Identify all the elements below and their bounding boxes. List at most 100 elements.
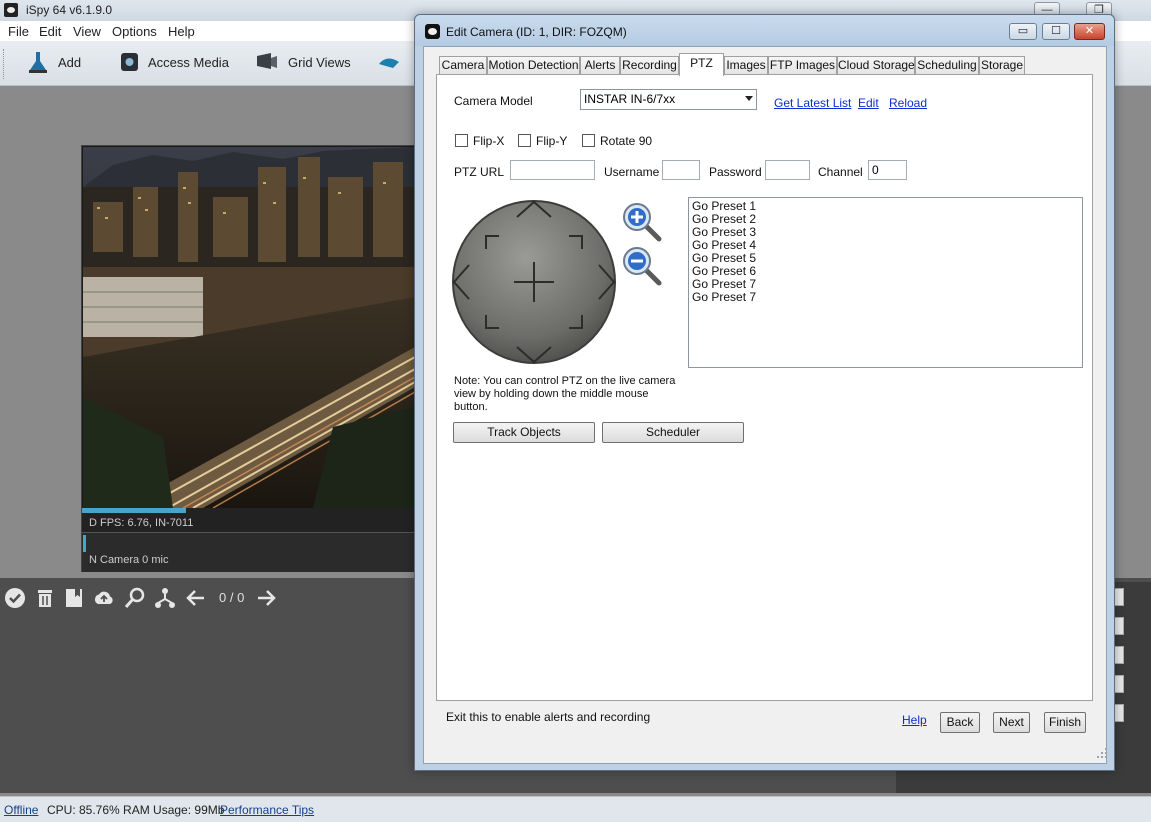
tab-ptz[interactable]: PTZ	[679, 53, 724, 76]
ptz-tab-page: Camera Model INSTAR IN-6/7xx Get Latest …	[436, 74, 1093, 701]
dialog-close-button[interactable]: ✕	[1074, 23, 1105, 40]
mic-status-text: N Camera 0 mic	[89, 554, 169, 566]
performance-tips-link[interactable]: Performance Tips	[220, 803, 314, 817]
check-icon[interactable]	[4, 587, 26, 609]
side-tab-4[interactable]	[1114, 675, 1124, 693]
dialog-maximize-button[interactable]: ☐	[1042, 23, 1070, 40]
tab-camera[interactable]: Camera	[439, 56, 487, 75]
mic-status-bar: N Camera 0 mic	[82, 532, 414, 572]
camera-fps-text: D FPS: 6.76, IN-7011	[89, 517, 194, 529]
resize-grip-icon[interactable]	[1096, 747, 1108, 759]
channel-label: Channel	[818, 165, 863, 179]
menu-view[interactable]: View	[73, 24, 101, 39]
access-media-button[interactable]: Access Media	[118, 50, 229, 76]
activity-bar	[82, 508, 186, 513]
preset-list[interactable]: Go Preset 1 Go Preset 2 Go Preset 3 Go P…	[688, 197, 1083, 368]
grid-views-button[interactable]: Grid Views	[255, 50, 355, 76]
tab-scheduling[interactable]: Scheduling	[915, 56, 979, 75]
preset-item[interactable]: Go Preset 7	[692, 291, 1079, 304]
username-input[interactable]	[662, 160, 700, 180]
bookmark-icon[interactable]	[63, 587, 85, 609]
menu-edit[interactable]: Edit	[39, 24, 61, 39]
ptz-control-pad[interactable]	[451, 199, 617, 365]
media-counter: 0 / 0	[219, 590, 245, 605]
camera-live-view[interactable]	[83, 147, 415, 508]
toolbar-grip[interactable]	[3, 49, 6, 79]
rotate-90-checkbox[interactable]	[582, 134, 595, 147]
zoom-out-icon[interactable]	[621, 245, 663, 287]
dialog-minimize-button[interactable]: ▭	[1009, 23, 1037, 40]
dialog-titlebar[interactable]: Edit Camera (ID: 1, DIR: FOZQM) ▭ ☐ ✕	[415, 15, 1114, 46]
app-title: iSpy 64 v6.1.9.0	[26, 3, 113, 17]
dialog-eye-icon	[425, 24, 440, 39]
chevron-down-icon	[745, 96, 753, 101]
cloud-upload-icon[interactable]	[93, 587, 115, 609]
toolbar-more-button[interactable]	[377, 50, 413, 76]
ptz-url-label: PTZ URL	[454, 165, 505, 179]
dialog-title: Edit Camera (ID: 1, DIR: FOZQM)	[446, 25, 627, 39]
night-city-image	[83, 147, 415, 508]
tab-motion-detection[interactable]: Motion Detection	[487, 56, 580, 75]
trash-icon[interactable]	[34, 587, 56, 609]
tab-images[interactable]: Images	[724, 56, 768, 75]
flip-x-label: Flip-X	[473, 134, 505, 148]
share-icon[interactable]	[154, 587, 176, 609]
password-input[interactable]	[765, 160, 810, 180]
camera-model-label: Camera Model	[454, 94, 533, 108]
flip-y-checkbox[interactable]	[518, 134, 531, 147]
channel-input[interactable]	[868, 160, 907, 180]
app-eye-icon	[4, 3, 18, 17]
media-toolbar: 0 / 0	[0, 578, 415, 618]
side-tab-1[interactable]	[1114, 588, 1124, 606]
edit-link[interactable]: Edit	[858, 96, 879, 110]
finish-button[interactable]: Finish	[1044, 712, 1086, 733]
add-label: Add	[58, 55, 82, 70]
menu-options[interactable]: Options	[112, 24, 157, 39]
username-label: Username	[604, 165, 660, 179]
menu-file[interactable]: File	[8, 24, 29, 39]
rotate-90-label: Rotate 90	[600, 134, 653, 148]
reload-link[interactable]: Reload	[889, 96, 927, 110]
arrow-right-icon[interactable]	[256, 587, 278, 609]
menu-help[interactable]: Help	[168, 24, 195, 39]
camera-tile[interactable]: D FPS: 6.76, IN-7011 N Camera 0 mic	[81, 145, 415, 572]
camera-status-bar: D FPS: 6.76, IN-7011	[82, 508, 414, 532]
access-media-label: Access Media	[148, 55, 229, 70]
tab-ftp-images[interactable]: FTP Images	[768, 56, 837, 75]
footer-hint: Exit this to enable alerts and recording	[446, 710, 651, 724]
tab-alerts[interactable]: Alerts	[580, 56, 620, 75]
side-tab-3[interactable]	[1114, 646, 1124, 664]
resource-stats: CPU: 85.76% RAM Usage: 99Mb	[47, 803, 225, 817]
search-icon[interactable]	[124, 587, 146, 609]
cloud-icon	[379, 58, 399, 68]
camera-model-value: INSTAR IN-6/7xx	[584, 92, 676, 106]
dialog-body: Camera Motion Detection Alerts Recording…	[423, 46, 1107, 764]
audio-level-bar	[83, 535, 86, 552]
scheduler-button[interactable]: Scheduler	[602, 422, 744, 443]
flip-x-checkbox[interactable]	[455, 134, 468, 147]
side-tab-2[interactable]	[1114, 617, 1124, 635]
media-icon	[121, 53, 138, 71]
edit-camera-dialog: Edit Camera (ID: 1, DIR: FOZQM) ▭ ☐ ✕ Ca…	[414, 14, 1115, 771]
help-link[interactable]: Help	[902, 713, 927, 727]
add-camera-icon	[29, 52, 47, 73]
ptz-note: Note: You can control PTZ on the live ca…	[454, 375, 676, 413]
get-latest-list-link[interactable]: Get Latest List	[774, 96, 851, 110]
grid-views-icon	[257, 53, 277, 69]
statusbar: Offline CPU: 85.76% RAM Usage: 99Mb Perf…	[0, 796, 1151, 822]
camera-model-select[interactable]: INSTAR IN-6/7xx	[580, 89, 757, 110]
track-objects-button[interactable]: Track Objects	[453, 422, 595, 443]
tab-storage[interactable]: Storage	[979, 56, 1025, 75]
next-button[interactable]: Next	[993, 712, 1030, 733]
side-tab-5[interactable]	[1114, 704, 1124, 722]
ptz-url-input[interactable]	[510, 160, 595, 180]
offline-link[interactable]: Offline	[4, 803, 38, 817]
add-button[interactable]: Add	[26, 50, 86, 76]
tab-cloud-storage[interactable]: Cloud Storage	[837, 56, 915, 75]
zoom-in-icon[interactable]	[621, 201, 663, 243]
password-label: Password	[709, 165, 762, 179]
grid-views-label: Grid Views	[288, 55, 351, 70]
tab-recording[interactable]: Recording	[620, 56, 679, 75]
arrow-left-icon[interactable]	[184, 587, 206, 609]
back-button[interactable]: Back	[940, 712, 980, 733]
